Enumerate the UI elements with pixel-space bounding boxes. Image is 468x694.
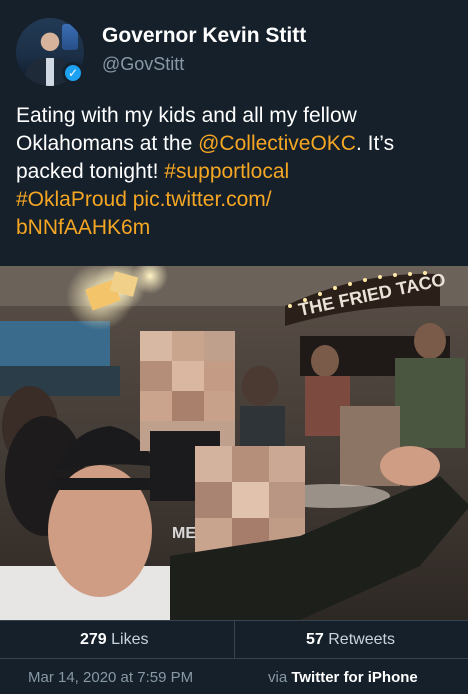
pic-link[interactable]: pic.twitter.com/: [133, 188, 272, 211]
pic-link-continued[interactable]: bNNfAAHK6m: [16, 216, 150, 239]
tweet-line: Eating with my kids and all my fellow: [16, 104, 357, 127]
mention-link[interactable]: @CollectiveOKC: [198, 132, 356, 155]
retweets-stat[interactable]: 57 Retweets: [306, 631, 395, 649]
tweet-stats: 279 Likes 57 Retweets: [0, 620, 468, 659]
retweets-label: Retweets: [328, 631, 395, 648]
likes-count: 279: [80, 631, 107, 648]
tweet-photo[interactable]: THE FRIED TACO ME: [0, 266, 468, 620]
tweet-line: #OklaProud pic.twitter.com/: [16, 186, 456, 214]
flag-icon: [62, 24, 78, 50]
timestamp[interactable]: Mar 14, 2020 at 7:59 PM: [28, 669, 193, 686]
tweet-line: bNNfAAHK6m: [16, 214, 456, 242]
likes-label: Likes: [111, 631, 149, 648]
tweet-meta: Mar 14, 2020 at 7:59 PM via Twitter for …: [0, 658, 468, 694]
shirt-text: ME: [172, 525, 196, 542]
client-name[interactable]: Twitter for iPhone: [291, 669, 417, 686]
tweet-text: Eating with my kids and all my fellow Ok…: [16, 102, 456, 242]
tweet-source: via Twitter for iPhone: [268, 669, 418, 686]
likes-stat[interactable]: 279 Likes: [80, 631, 149, 649]
retweets-count: 57: [306, 631, 324, 648]
tweet-line: packed tonight! #supportlocal: [16, 160, 290, 183]
stats-divider: [234, 621, 235, 659]
tweet-line: Oklahomans at the @CollectiveOKC. It’s: [16, 132, 395, 155]
hashtag-link[interactable]: #OklaProud: [16, 188, 127, 211]
user-handle[interactable]: @GovStitt: [102, 54, 184, 75]
tweet-header: ✓ Governor Kevin Stitt @GovStitt: [0, 0, 468, 90]
verified-badge-icon: ✓: [62, 62, 84, 84]
display-name[interactable]: Governor Kevin Stitt: [102, 24, 306, 48]
hashtag-link[interactable]: #supportlocal: [164, 160, 289, 183]
